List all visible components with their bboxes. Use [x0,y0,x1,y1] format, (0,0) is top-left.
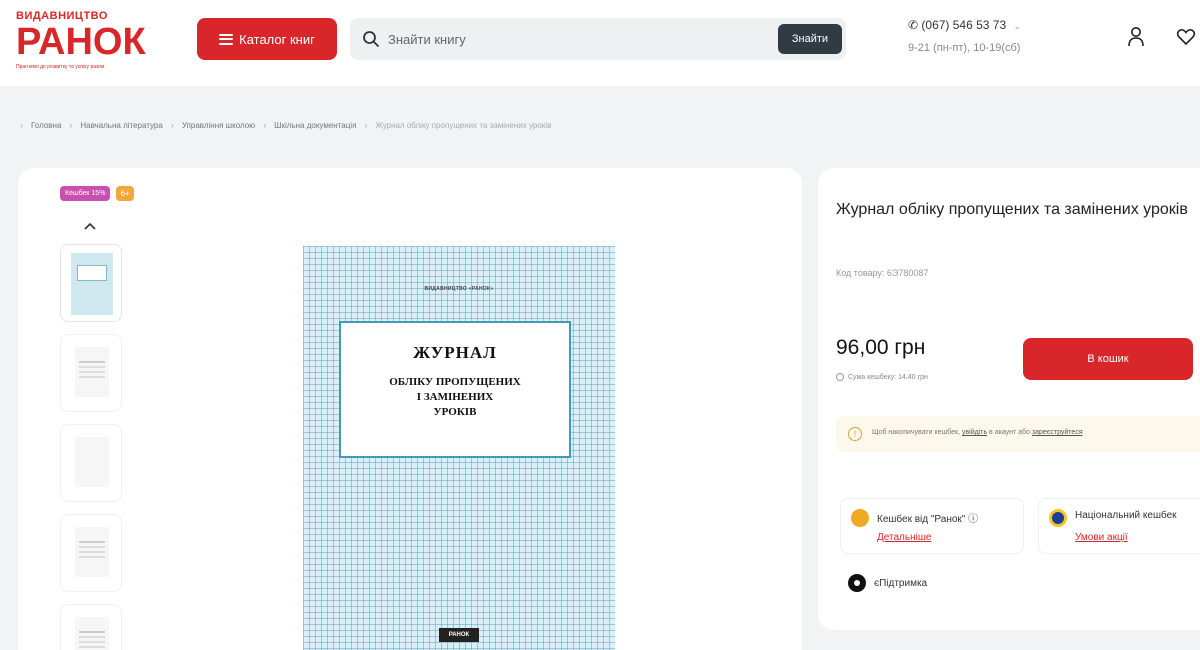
national-cashback-block: Національний кешбек Умови акції [1038,498,1200,554]
national-cashback-icon [1049,509,1067,527]
cashback-notice: ! Щоб накопичувати кешбек, увійдіть в ак… [836,416,1200,452]
product-price: 96,00 грн [836,336,926,359]
info-icon: ! [848,427,862,441]
logo-main-text: РАНОК [16,21,146,63]
search-icon [363,31,379,47]
notice-text-start: Щоб накопичувати кешбек, [872,429,962,436]
cover-title: ЖУРНАЛ [413,343,497,362]
heart-icon[interactable] [1176,28,1196,46]
breadcrumb-current: Журнал обліку пропущених та замінених ур… [375,120,552,130]
ranok-cashback-title: Кешбек від "Ранок" ⓘ [877,514,979,525]
menu-icon [219,33,234,45]
register-link[interactable]: зареєструйтеся [1032,429,1083,436]
breadcrumb: › Головна › Навчальна література › Управ… [20,120,551,130]
user-icon[interactable] [1126,26,1146,48]
phone-number[interactable]: ✆ (067) 546 53 73 ⌄ [908,18,1021,32]
age-badge: 6+ [116,186,134,201]
national-cashback-terms-link[interactable]: Умови акції [1075,532,1128,543]
ranok-logo[interactable]: ВИДАВНИЦТВО РАНОК Прагнемо до розвитку т… [16,10,156,70]
badge-group: Кешбек 15% 6+ [60,186,134,201]
cover-subtitle: ОБЛІКУ ПРОПУЩЕНИХ І ЗАМІНЕНИХ УРОКІВ [389,376,521,418]
product-title: Журнал обліку пропущених та замінених ур… [836,201,1188,218]
support-icon [848,574,866,592]
thumbnail-3[interactable] [60,424,122,502]
breadcrumb-separator: › [263,120,267,130]
chevron-down-icon: ⌄ [1013,21,1022,31]
thumbnail-2[interactable] [60,334,122,412]
thumbnail-image [75,347,109,397]
breadcrumb-item[interactable]: Управління школою [182,121,255,130]
ranok-cashback-block: Кешбек від "Ранок" ⓘ Детальніше [840,498,1024,554]
cashback-coin-icon [851,509,869,527]
catalog-button[interactable]: Каталог книг [197,18,337,60]
thumbnail-image [75,527,109,577]
catalog-button-label: Каталог книг [239,31,315,47]
notice-text-mid: в акаунт або [987,429,1032,436]
search-button[interactable]: Знайти [778,24,842,54]
product-cover-image[interactable]: ВИДАВНИЦТВО «РАНОК» ЖУРНАЛ ОБЛІКУ ПРОПУЩ… [303,246,615,650]
product-sku: Код товару: 6Э780087 [836,268,929,278]
thumbnail-image [71,253,113,315]
logo-slogan: Прагнемо до розвитку та успіху разом [16,64,105,70]
product-info-card: Журнал обліку пропущених та замінених ур… [818,168,1200,630]
support-block[interactable]: єПідтримка [848,574,927,592]
cover-title-box: ЖУРНАЛ ОБЛІКУ ПРОПУЩЕНИХ І ЗАМІНЕНИХ УРО… [339,321,571,458]
cashback-sum-text: Сума кешбеку: 14,40 грн [848,373,928,381]
working-hours: 9-21 (пн-пт), 10-19(сб) [908,42,1021,54]
thumbnail-image [75,617,109,650]
chevron-up-icon[interactable] [82,220,98,232]
thumbnail-4[interactable] [60,514,122,592]
support-label: єПідтримка [874,577,928,589]
cover-logo: РАНОК [439,628,479,642]
cashback-sum: Сума кешбеку: 14,40 грн [836,373,928,381]
breadcrumb-item[interactable]: Шкільна документація [274,121,356,130]
cashback-badge: Кешбек 15% [60,186,111,201]
add-to-cart-button[interactable]: В кошик [1023,338,1193,380]
breadcrumb-separator: › [364,120,368,130]
search-input[interactable] [388,26,768,52]
cover-publisher-line: ВИДАВНИЦТВО «РАНОК» [424,286,494,292]
breadcrumb-separator: › [20,120,23,130]
breadcrumb-separator: › [170,120,174,130]
phone-icon: ✆ [908,18,919,32]
thumbnail-image [75,437,109,487]
thumbnail-1[interactable] [60,244,122,322]
site-header: ВИДАВНИЦТВО РАНОК Прагнемо до розвитку т… [0,0,1200,86]
phone-text: (067) 546 53 73 [921,18,1007,32]
notice-text: Щоб накопичувати кешбек, увійдіть в акау… [872,429,1083,436]
breadcrumb-item[interactable]: Навчальна література [80,121,162,130]
search-bar: Знайти [350,18,846,60]
breadcrumb-separator: › [69,120,73,130]
login-link[interactable]: увійдіть [962,429,987,436]
coin-icon [836,373,844,381]
ranok-cashback-details-link[interactable]: Детальніше [877,532,931,543]
thumbnail-5[interactable] [60,604,122,650]
national-cashback-title: Національний кешбек [1075,510,1177,521]
product-gallery: Кешбек 15% 6+ ВИДАВНИЦТВО «РАНОК» ЖУРНАЛ… [18,168,802,650]
breadcrumb-home[interactable]: Головна [31,121,61,130]
